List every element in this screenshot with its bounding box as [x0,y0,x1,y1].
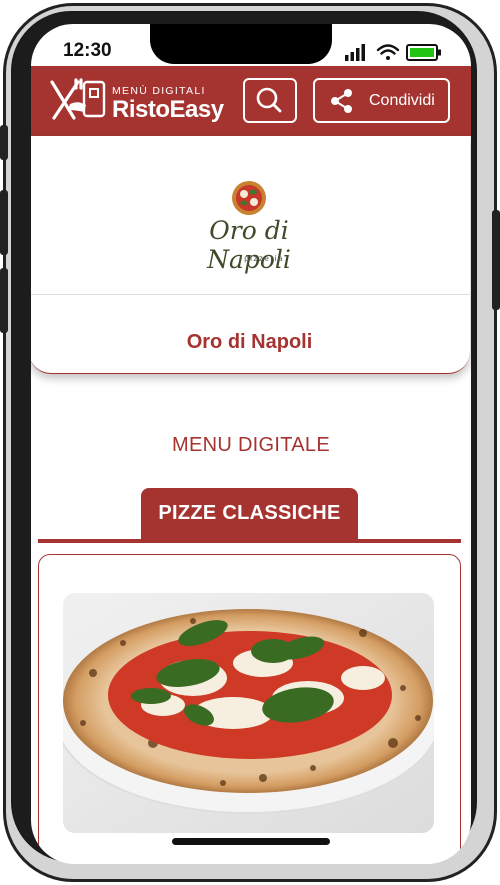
home-indicator [172,838,330,845]
logo-name: RistoEasy [112,96,224,123]
pizza-image [63,593,434,833]
side-button-volume-up [0,190,8,255]
pizza-margherita-photo [63,593,434,833]
side-button-power [492,210,500,310]
menu-item-card[interactable] [38,554,461,864]
signal-icon [345,44,365,61]
restaurant-logo: Oro di Napoli pizzeria [179,178,319,274]
restaurant-card: Oro di Napoli pizzeria Oro di Napoli [31,136,470,374]
share-button[interactable]: Condividi [313,78,450,123]
share-label: Condividi [369,92,435,109]
fork-knife-phone-icon [50,78,106,120]
app-header: MENÙ DIGITALI RistoEasy Condividi [31,66,471,136]
phone-screen: 12:30 MENÙ DIGITALI RistoEasy Condividi … [31,24,471,864]
logo-script: Oro di Napoli [207,216,291,274]
battery-icon [406,44,441,61]
tab-pizze-classiche[interactable]: PIZZE CLASSICHE [141,488,358,540]
side-button-mute [0,125,8,160]
side-button-volume-down [0,268,8,333]
pizza-logo-icon [232,181,266,215]
status-icons [345,44,441,61]
ristoeasy-logo[interactable]: MENÙ DIGITALI RistoEasy [48,76,224,126]
restaurant-name: Oro di Napoli [186,331,313,353]
card-divider [31,294,470,295]
logo-subtitle: pizzeria [244,254,284,263]
tab-underline [38,539,461,543]
status-time: 12:30 [63,40,112,61]
search-button[interactable] [243,78,297,123]
wifi-icon [376,44,400,60]
share-icon [331,89,352,113]
search-icon [256,87,282,113]
menu-heading: MENU DIGITALE [172,434,330,456]
notch [150,24,332,64]
